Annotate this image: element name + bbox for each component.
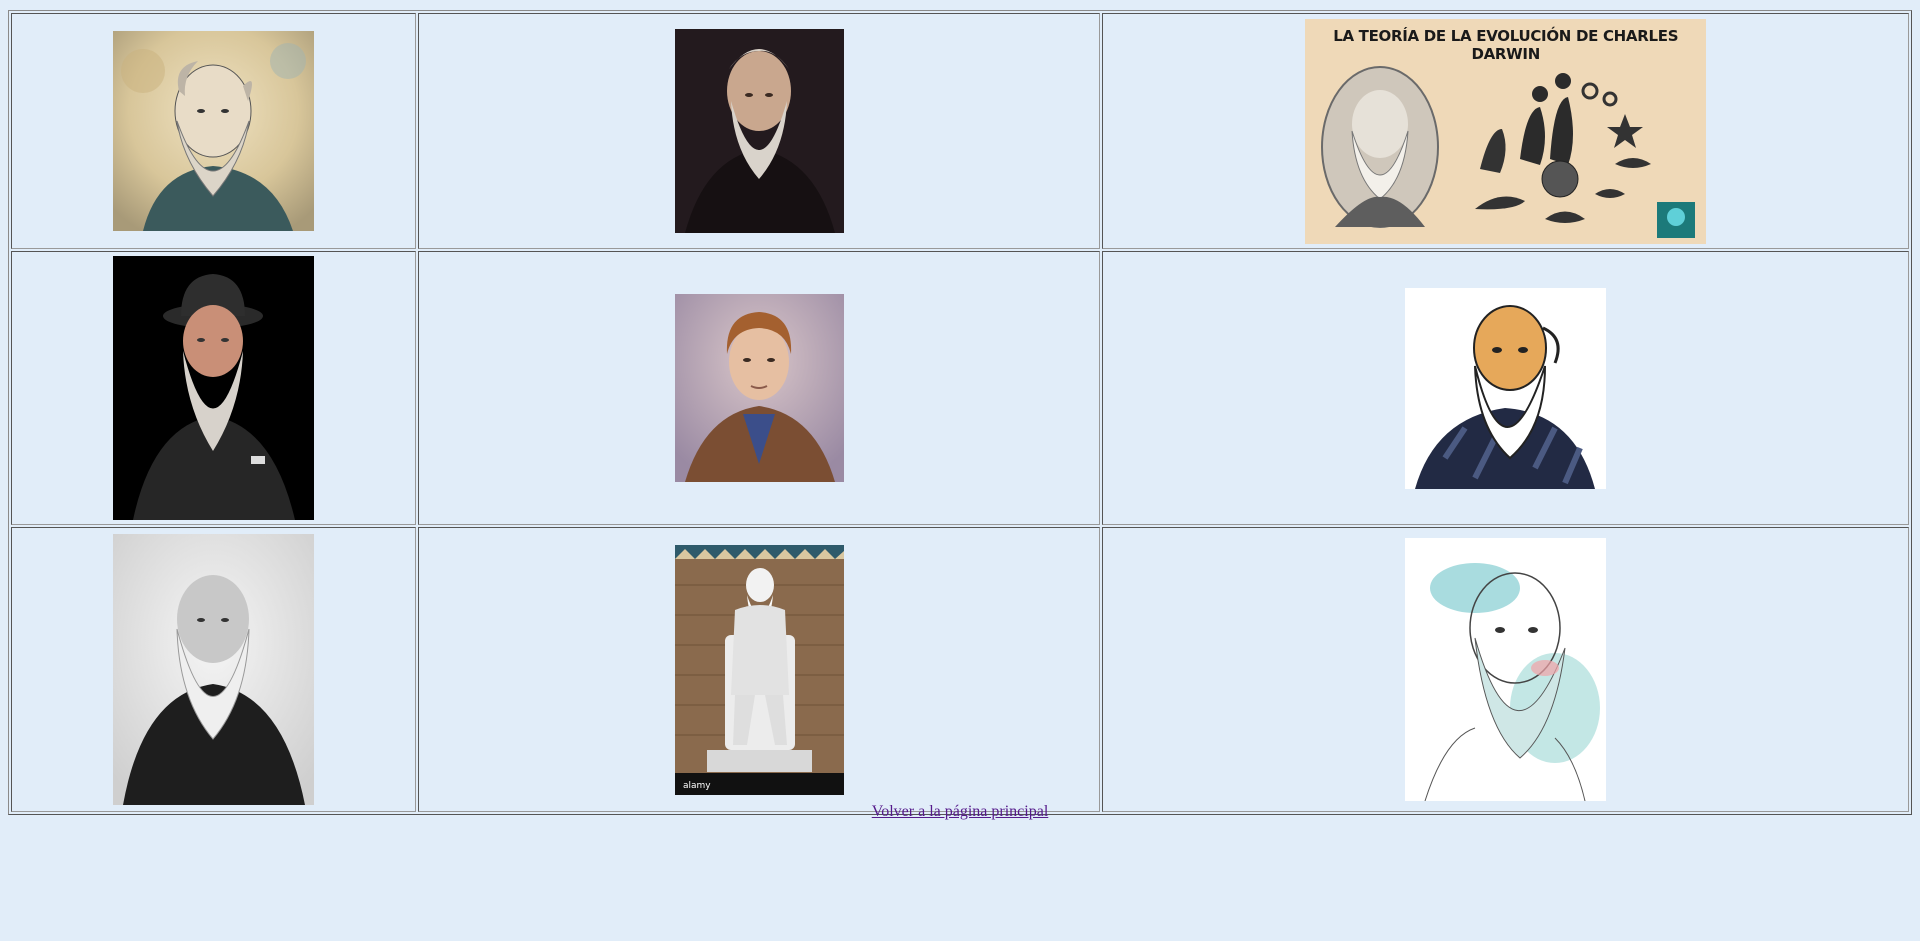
gallery-cell bbox=[11, 527, 417, 812]
gallery-cell bbox=[418, 13, 1101, 249]
gallery-cell bbox=[11, 13, 417, 249]
image-gallery-table: LA TEORÍA DE LA EVOLUCIÓN DE CHARLES DAR… bbox=[8, 10, 1912, 815]
banner-title: LA TEORÍA DE LA EVOLUCIÓN DE CHARLES DAR… bbox=[1333, 26, 1679, 63]
gallery-cell bbox=[1102, 251, 1909, 525]
gallery-row: LA TEORÍA DE LA EVOLUCIÓN DE CHARLES DAR… bbox=[11, 13, 1909, 249]
gallery-cell bbox=[1102, 527, 1909, 812]
alamy-watermark: alamy bbox=[683, 781, 711, 791]
back-to-home-link[interactable]: Volver a la página principal bbox=[872, 803, 1049, 820]
darwin-cartoon-illustration-image bbox=[1405, 287, 1607, 489]
darwin-watercolor-sketch-image bbox=[1405, 538, 1607, 801]
darwin-engraved-portrait-image bbox=[113, 31, 315, 231]
gallery-cell bbox=[418, 251, 1101, 525]
darwin-oil-portrait-image bbox=[674, 29, 844, 233]
young-darwin-portrait-image bbox=[674, 294, 844, 482]
footer: Volver a la página principal bbox=[0, 803, 1920, 821]
gallery-row: alamy bbox=[11, 527, 1909, 812]
darwin-wax-figure-image bbox=[113, 256, 315, 520]
gallery-cell: LA TEORÍA DE LA EVOLUCIÓN DE CHARLES DAR… bbox=[1102, 13, 1909, 249]
evolution-theory-banner-image: LA TEORÍA DE LA EVOLUCIÓN DE CHARLES DAR… bbox=[1305, 18, 1707, 244]
gallery-row bbox=[11, 251, 1909, 525]
darwin-marble-statue-image: alamy bbox=[674, 544, 844, 795]
gallery-cell: alamy bbox=[418, 527, 1101, 812]
gallery-cell bbox=[11, 251, 417, 525]
darwin-black-white-photo-image bbox=[113, 534, 315, 805]
